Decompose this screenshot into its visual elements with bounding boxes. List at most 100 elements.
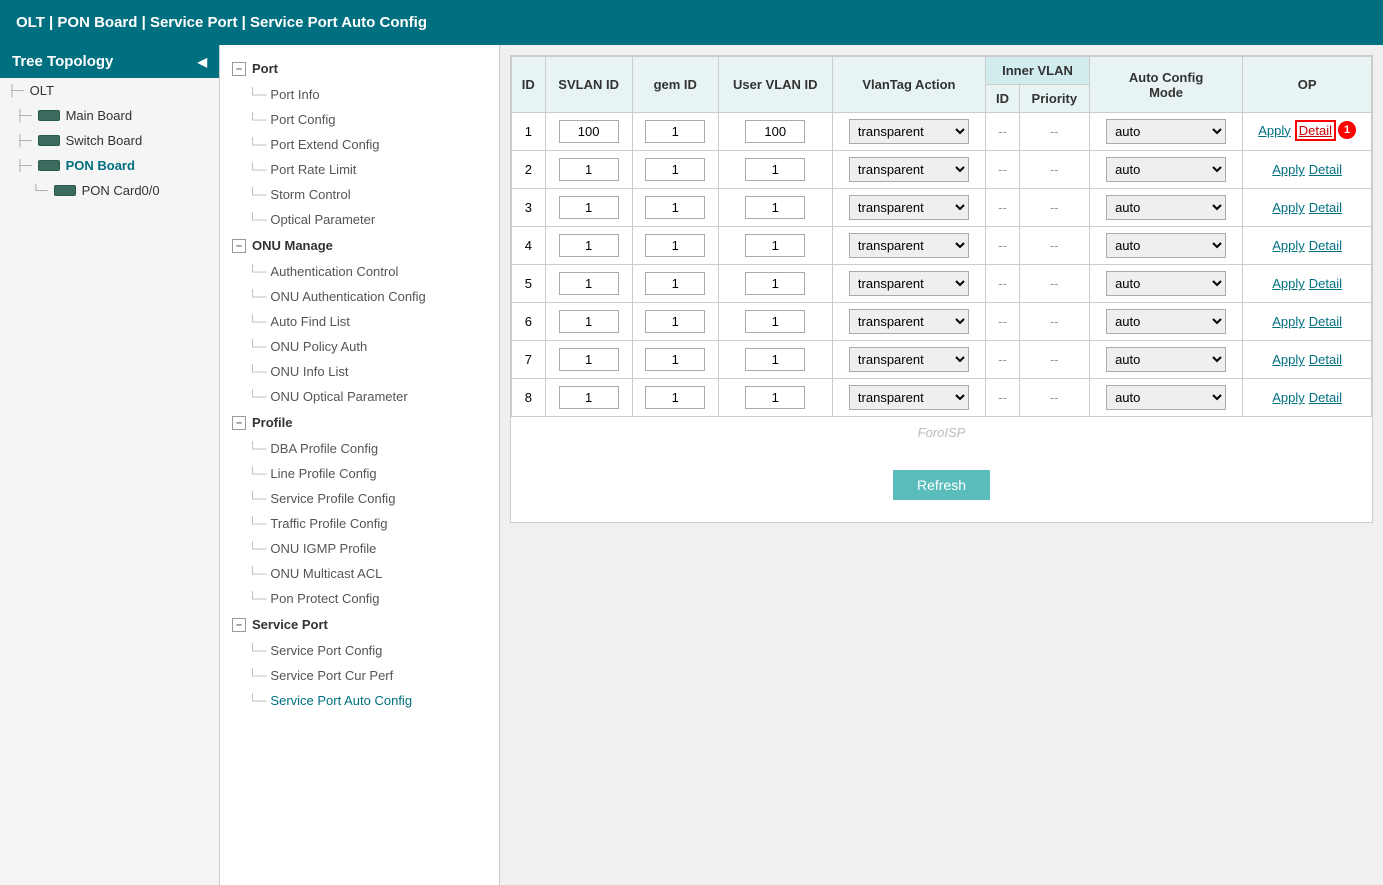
- section-profile[interactable]: – Profile: [220, 409, 499, 436]
- row-vlantag-5[interactable]: transparenttranslateaddremove: [832, 265, 986, 303]
- input-svlan-2[interactable]: [559, 158, 619, 181]
- select-vlantag-8[interactable]: transparenttranslateaddremove: [849, 385, 969, 410]
- detail-link-7[interactable]: Detail: [1309, 352, 1342, 367]
- select-mode-7[interactable]: automanual: [1106, 347, 1226, 372]
- row-uvlan-3[interactable]: [718, 189, 832, 227]
- row-vlantag-4[interactable]: transparenttranslateaddremove: [832, 227, 986, 265]
- row-vlantag-2[interactable]: transparenttranslateaddremove: [832, 151, 986, 189]
- input-gem-4[interactable]: [645, 234, 705, 257]
- detail-link-2[interactable]: Detail: [1309, 162, 1342, 177]
- detail-link-5[interactable]: Detail: [1309, 276, 1342, 291]
- menu-line-profile[interactable]: └─Line Profile Config: [220, 461, 499, 486]
- section-port[interactable]: – Port: [220, 55, 499, 82]
- input-gem-7[interactable]: [645, 348, 705, 371]
- row-uvlan-5[interactable]: [718, 265, 832, 303]
- select-vlantag-1[interactable]: transparenttranslateaddremove: [849, 119, 969, 144]
- apply-link-1[interactable]: Apply: [1258, 123, 1291, 138]
- sidebar-item-olt[interactable]: ├─ OLT: [0, 78, 219, 103]
- select-mode-3[interactable]: automanual: [1106, 195, 1226, 220]
- input-svlan-5[interactable]: [559, 272, 619, 295]
- input-uvlan-1[interactable]: [745, 120, 805, 143]
- select-vlantag-3[interactable]: transparenttranslateaddremove: [849, 195, 969, 220]
- menu-port-extend-config[interactable]: └─Port Extend Config: [220, 132, 499, 157]
- input-uvlan-7[interactable]: [745, 348, 805, 371]
- row-mode-7[interactable]: automanual: [1089, 341, 1243, 379]
- row-vlantag-8[interactable]: transparenttranslateaddremove: [832, 379, 986, 417]
- select-mode-2[interactable]: automanual: [1106, 157, 1226, 182]
- row-gem-2[interactable]: [632, 151, 718, 189]
- row-svlan-2[interactable]: [545, 151, 632, 189]
- row-svlan-6[interactable]: [545, 303, 632, 341]
- input-uvlan-2[interactable]: [745, 158, 805, 181]
- detail-link-6[interactable]: Detail: [1309, 314, 1342, 329]
- row-mode-1[interactable]: automanual: [1089, 113, 1243, 151]
- row-uvlan-7[interactable]: [718, 341, 832, 379]
- row-vlantag-7[interactable]: transparenttranslateaddremove: [832, 341, 986, 379]
- select-vlantag-4[interactable]: transparenttranslateaddremove: [849, 233, 969, 258]
- row-mode-8[interactable]: automanual: [1089, 379, 1243, 417]
- row-svlan-8[interactable]: [545, 379, 632, 417]
- menu-onu-auth-config[interactable]: └─ONU Authentication Config: [220, 284, 499, 309]
- menu-storm-control[interactable]: └─Storm Control: [220, 182, 499, 207]
- row-svlan-1[interactable]: [545, 113, 632, 151]
- sidebar-item-main-board[interactable]: ├─ Main Board: [0, 103, 219, 128]
- select-mode-4[interactable]: automanual: [1106, 233, 1226, 258]
- input-gem-3[interactable]: [645, 196, 705, 219]
- select-mode-6[interactable]: automanual: [1106, 309, 1226, 334]
- select-vlantag-7[interactable]: transparenttranslateaddremove: [849, 347, 969, 372]
- menu-dba-profile[interactable]: └─DBA Profile Config: [220, 436, 499, 461]
- input-uvlan-6[interactable]: [745, 310, 805, 333]
- row-uvlan-1[interactable]: [718, 113, 832, 151]
- row-gem-8[interactable]: [632, 379, 718, 417]
- input-gem-8[interactable]: [645, 386, 705, 409]
- menu-port-config[interactable]: └─Port Config: [220, 107, 499, 132]
- select-mode-5[interactable]: automanual: [1106, 271, 1226, 296]
- apply-link-5[interactable]: Apply: [1272, 276, 1305, 291]
- input-svlan-4[interactable]: [559, 234, 619, 257]
- row-vlantag-3[interactable]: transparenttranslateaddremove: [832, 189, 986, 227]
- detail-link-8[interactable]: Detail: [1309, 390, 1342, 405]
- apply-link-2[interactable]: Apply: [1272, 162, 1305, 177]
- apply-link-6[interactable]: Apply: [1272, 314, 1305, 329]
- input-uvlan-4[interactable]: [745, 234, 805, 257]
- menu-onu-multicast-acl[interactable]: └─ONU Multicast ACL: [220, 561, 499, 586]
- menu-auto-find-list[interactable]: └─Auto Find List: [220, 309, 499, 334]
- detail-link-4[interactable]: Detail: [1309, 238, 1342, 253]
- row-uvlan-2[interactable]: [718, 151, 832, 189]
- menu-onu-optical-param[interactable]: └─ONU Optical Parameter: [220, 384, 499, 409]
- collapse-icon[interactable]: ◀: [198, 55, 207, 69]
- input-uvlan-3[interactable]: [745, 196, 805, 219]
- menu-service-port-config[interactable]: └─Service Port Config: [220, 638, 499, 663]
- row-mode-5[interactable]: automanual: [1089, 265, 1243, 303]
- row-uvlan-8[interactable]: [718, 379, 832, 417]
- apply-link-3[interactable]: Apply: [1272, 200, 1305, 215]
- menu-optical-parameter[interactable]: └─Optical Parameter: [220, 207, 499, 232]
- input-svlan-8[interactable]: [559, 386, 619, 409]
- row-svlan-5[interactable]: [545, 265, 632, 303]
- row-svlan-4[interactable]: [545, 227, 632, 265]
- select-vlantag-2[interactable]: transparenttranslateaddremove: [849, 157, 969, 182]
- menu-port-info[interactable]: └─Port Info: [220, 82, 499, 107]
- select-vlantag-5[interactable]: transparenttranslateaddremove: [849, 271, 969, 296]
- row-vlantag-1[interactable]: transparenttranslateaddremove: [832, 113, 986, 151]
- apply-link-8[interactable]: Apply: [1272, 390, 1305, 405]
- row-gem-4[interactable]: [632, 227, 718, 265]
- input-uvlan-5[interactable]: [745, 272, 805, 295]
- row-gem-5[interactable]: [632, 265, 718, 303]
- sidebar-item-pon-board[interactable]: ├─ PON Board: [0, 153, 219, 178]
- menu-service-port-auto-config[interactable]: └─Service Port Auto Config: [220, 688, 499, 713]
- row-mode-6[interactable]: automanual: [1089, 303, 1243, 341]
- menu-pon-protect-config[interactable]: └─Pon Protect Config: [220, 586, 499, 611]
- row-mode-2[interactable]: automanual: [1089, 151, 1243, 189]
- input-svlan-3[interactable]: [559, 196, 619, 219]
- input-svlan-6[interactable]: [559, 310, 619, 333]
- input-svlan-1[interactable]: [559, 120, 619, 143]
- row-svlan-7[interactable]: [545, 341, 632, 379]
- row-mode-3[interactable]: automanual: [1089, 189, 1243, 227]
- menu-onu-igmp-profile[interactable]: └─ONU IGMP Profile: [220, 536, 499, 561]
- row-svlan-3[interactable]: [545, 189, 632, 227]
- detail-link-3[interactable]: Detail: [1309, 200, 1342, 215]
- menu-port-rate-limit[interactable]: └─Port Rate Limit: [220, 157, 499, 182]
- input-gem-1[interactable]: [645, 120, 705, 143]
- sidebar-header[interactable]: Tree Topology ◀: [0, 45, 219, 78]
